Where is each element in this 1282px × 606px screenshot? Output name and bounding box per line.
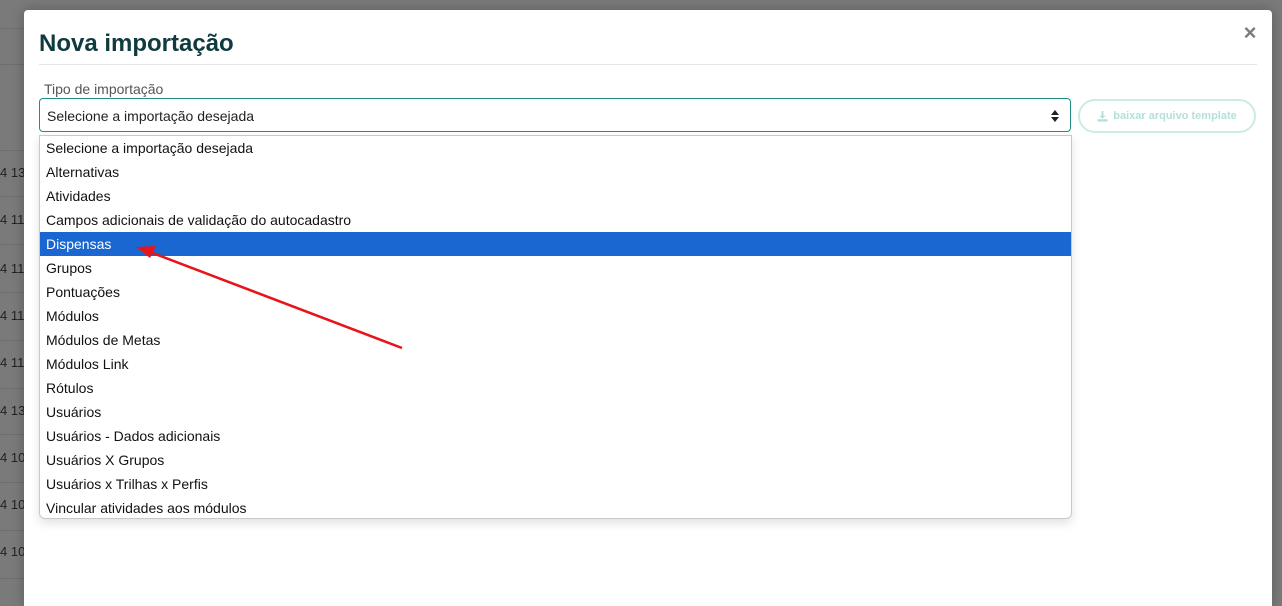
background-divider	[0, 244, 24, 245]
dropdown-option[interactable]: Pontuações	[40, 280, 1071, 304]
select-current-value: Selecione a importação desejada	[47, 108, 255, 124]
dropdown-option[interactable]: Usuários x Trilhas x Perfis	[40, 472, 1071, 496]
sort-arrows-icon	[1051, 110, 1059, 122]
import-type-label: Tipo de importação	[44, 81, 164, 97]
import-type-select[interactable]: Selecione a importação desejada	[39, 98, 1071, 132]
background-row-fragment: 4 10	[0, 544, 26, 559]
background-row-fragment: 4 11	[0, 261, 25, 276]
background-divider	[0, 482, 24, 483]
background-row-fragment: 4 10	[0, 450, 26, 465]
dropdown-option[interactable]: Vincular atividades aos módulos	[40, 496, 1071, 520]
dropdown-option-selected[interactable]: Dispensas	[40, 232, 1071, 256]
dropdown-option[interactable]: Módulos Link	[40, 352, 1071, 376]
header-divider	[39, 64, 1257, 65]
close-icon[interactable]: ×	[1242, 22, 1258, 44]
dropdown-option[interactable]: Usuários - Dados adicionais	[40, 424, 1071, 448]
dropdown-option[interactable]: Selecione a importação desejada	[40, 136, 1071, 160]
dropdown-option[interactable]: Rótulos	[40, 376, 1071, 400]
dropdown-option[interactable]: Alternativas	[40, 160, 1071, 184]
modal-title: Nova importação	[39, 30, 234, 57]
dropdown-option[interactable]: Usuários	[40, 400, 1071, 424]
dropdown-option[interactable]: Grupos	[40, 256, 1071, 280]
dropdown-option[interactable]: Usuários X Grupos	[40, 448, 1071, 472]
background-row-fragment: 4 11	[0, 355, 25, 370]
background-divider	[0, 340, 24, 341]
background-row-fragment: 4 11	[0, 308, 25, 323]
background-row-fragment: 4 13	[0, 165, 26, 180]
background-divider	[0, 28, 24, 29]
background-row-fragment: 4 13	[0, 403, 26, 418]
background-divider	[0, 292, 24, 293]
dropdown-option[interactable]: Campos adicionais de validação do autoca…	[40, 208, 1071, 232]
background-row-fragment: 4 10	[0, 497, 26, 512]
background-divider	[0, 150, 24, 151]
dropdown-option[interactable]: Atividades	[40, 184, 1071, 208]
download-template-button[interactable]: baixar arquivo template	[1078, 99, 1256, 133]
dropdown-option[interactable]: Módulos	[40, 304, 1071, 328]
import-type-dropdown-list: Selecione a importação desejada Alternat…	[39, 135, 1072, 519]
dropdown-option[interactable]: Módulos de Metas	[40, 328, 1071, 352]
background-divider	[0, 578, 24, 579]
download-template-label: baixar arquivo template	[1113, 110, 1237, 122]
background-divider	[0, 434, 24, 435]
download-icon	[1097, 110, 1108, 122]
background-divider	[0, 196, 24, 197]
background-row-fragment: 4 11	[0, 212, 25, 227]
background-divider	[0, 530, 24, 531]
import-modal: Nova importação × Tipo de importação Sel…	[24, 10, 1272, 606]
background-divider	[0, 64, 24, 65]
background-divider	[0, 388, 24, 389]
